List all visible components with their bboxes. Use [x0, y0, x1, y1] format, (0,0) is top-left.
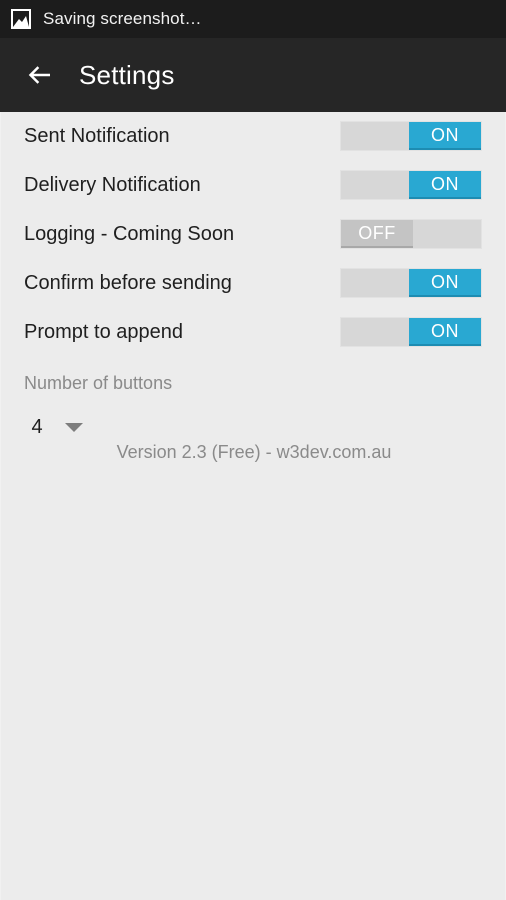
toggle-state-label: OFF — [341, 220, 413, 248]
preference-row-delivery-notification[interactable]: Delivery Notification ON — [1, 161, 506, 210]
preference-row-confirm-before-sending[interactable]: Confirm before sending ON — [1, 259, 506, 308]
toggle-state-label: ON — [409, 122, 481, 150]
version-text: Version 2.3 (Free) - w3dev.com.au — [116, 442, 392, 462]
screenshot-image-icon — [11, 9, 31, 29]
preference-label: Logging - Coming Soon — [24, 223, 235, 245]
preference-label: Delivery Notification — [24, 174, 201, 196]
preference-row-logging[interactable]: Logging - Coming Soon OFF — [1, 210, 506, 259]
chevron-down-icon — [65, 422, 83, 432]
toggle-sent-notification[interactable]: ON — [340, 121, 482, 151]
toggle-confirm-before-sending[interactable]: ON — [340, 268, 482, 298]
settings-content: Sent Notification ON Delivery Notificati… — [0, 112, 506, 900]
preference-label: Sent Notification — [24, 125, 170, 147]
status-bar: Saving screenshot… — [0, 0, 506, 38]
number-of-buttons-spinner[interactable]: 4 — [24, 410, 114, 444]
status-bar-text: Saving screenshot… — [43, 9, 202, 28]
preference-row-prompt-to-append[interactable]: Prompt to append ON — [1, 308, 506, 357]
toggle-state-label: ON — [409, 318, 481, 346]
toggle-prompt-to-append[interactable]: ON — [340, 317, 482, 347]
page-title: Settings — [79, 59, 175, 90]
arrow-left-icon[interactable] — [14, 49, 66, 101]
toggle-logging[interactable]: OFF — [340, 219, 482, 249]
preference-row-sent-notification[interactable]: Sent Notification ON — [1, 112, 506, 161]
toggle-delivery-notification[interactable]: ON — [340, 170, 482, 200]
number-of-buttons-label: Number of buttons — [24, 373, 173, 393]
app-bar: Settings — [0, 38, 506, 112]
preference-label: Confirm before sending — [24, 272, 232, 294]
toggle-state-label: ON — [409, 171, 481, 199]
preference-label: Prompt to append — [24, 321, 183, 343]
toggle-state-label: ON — [409, 269, 481, 297]
settings-screen: Saving screenshot… Settings Sent Notific… — [0, 0, 506, 900]
spinner-selected-value: 4 — [31, 415, 43, 438]
